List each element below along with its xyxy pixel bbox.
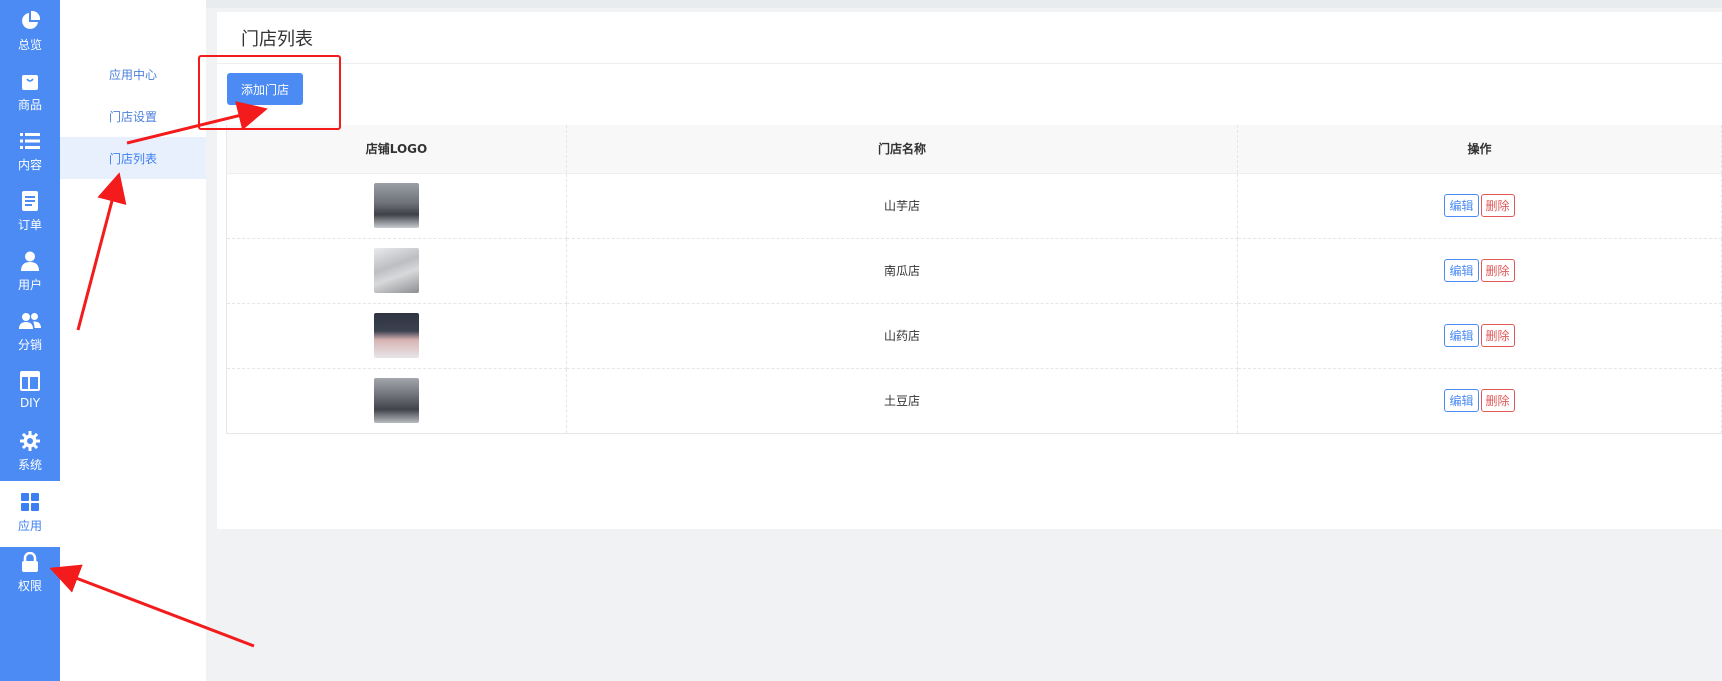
store-logo-image [374, 378, 419, 423]
pie-chart-icon [19, 10, 41, 32]
layout-icon [19, 370, 41, 392]
edit-button[interactable]: 编辑 [1444, 194, 1479, 217]
submenu-item-app-center[interactable]: 应用中心 [60, 53, 206, 95]
delete-button[interactable]: 删除 [1480, 259, 1515, 282]
store-logo-image [374, 183, 419, 228]
top-strip [206, 0, 1722, 8]
nav-label: 权限 [17, 579, 42, 593]
shopping-bag-icon [19, 70, 41, 92]
nav-item-products[interactable]: 商品 [0, 60, 60, 126]
submenu-item-store-settings[interactable]: 门店设置 [60, 95, 206, 137]
nav-item-system[interactable]: 系统 [0, 420, 60, 486]
store-name: 土豆店 [566, 368, 1238, 434]
actions-cell: 编辑 删除 [1237, 238, 1722, 304]
actions-cell: 编辑 删除 [1237, 173, 1722, 239]
submenu: 应用中心 门店设置 门店列表 [60, 0, 206, 681]
nav-label: 用户 [17, 278, 42, 292]
submenu-label: 门店列表 [109, 151, 158, 166]
nav-item-distribution[interactable]: 分销 [0, 300, 60, 366]
logo-cell [226, 238, 567, 304]
page-title: 门店列表 [241, 29, 313, 50]
store-name: 山芋店 [566, 173, 1238, 239]
actions-cell: 编辑 删除 [1237, 368, 1722, 434]
nav-label: 内容 [17, 158, 42, 172]
submenu-item-store-list[interactable]: 门店列表 [60, 137, 206, 179]
submenu-label: 应用中心 [109, 67, 158, 82]
submenu-label: 门店设置 [109, 109, 158, 124]
table-row: 山药店 编辑 删除 [226, 303, 1722, 369]
nav-item-diy[interactable]: DIY [0, 360, 60, 426]
header-actions: 操作 [1237, 125, 1722, 174]
edit-button[interactable]: 编辑 [1444, 324, 1479, 347]
nav-label: DIY [19, 396, 41, 410]
nav-item-users[interactable]: 用户 [0, 240, 60, 306]
table-row: 南瓜店 编辑 删除 [226, 238, 1722, 304]
nav-label: 总览 [17, 38, 42, 52]
title-bar: 门店列表 [217, 12, 1722, 64]
edit-button[interactable]: 编辑 [1444, 259, 1479, 282]
lock-icon [19, 551, 41, 573]
logo-cell [226, 368, 567, 434]
store-name: 山药店 [566, 303, 1238, 369]
table-row: 山芋店 编辑 删除 [226, 173, 1722, 239]
users-icon [19, 310, 41, 332]
delete-button[interactable]: 删除 [1480, 324, 1515, 347]
table-row: 土豆店 编辑 删除 [226, 368, 1722, 434]
header-logo: 店铺LOGO [226, 125, 567, 174]
main-nav: 总览 商品 内容 订单 用户 分销 DIY 系统 应用 权限 [0, 0, 60, 681]
nav-item-content[interactable]: 内容 [0, 120, 60, 186]
nav-label: 分销 [17, 338, 42, 352]
main-panel: 门店列表 添加门店 店铺LOGO 门店名称 操作 山芋店 编辑 删除 南瓜店 编… [217, 12, 1722, 529]
nav-label: 商品 [17, 98, 42, 112]
nav-item-overview[interactable]: 总览 [0, 0, 60, 66]
edit-button[interactable]: 编辑 [1444, 389, 1479, 412]
store-table: 店铺LOGO 门店名称 操作 山芋店 编辑 删除 南瓜店 编辑删除 山药店 编辑… [226, 125, 1722, 434]
annotation-highlight-box [198, 55, 341, 130]
nav-label: 系统 [17, 458, 42, 472]
actions-cell: 编辑 删除 [1237, 303, 1722, 369]
nav-item-permissions[interactable]: 权限 [0, 541, 60, 607]
user-icon [19, 250, 41, 272]
store-logo-image [374, 313, 419, 358]
nav-label: 应用 [17, 519, 42, 533]
store-name: 南瓜店 [566, 238, 1238, 304]
list-icon [19, 130, 41, 152]
document-icon [19, 190, 41, 212]
header-name: 门店名称 [566, 125, 1238, 174]
table-header-row: 店铺LOGO 门店名称 操作 [226, 125, 1722, 174]
logo-cell [226, 303, 567, 369]
nav-label: 订单 [17, 218, 42, 232]
apps-grid-icon [19, 491, 41, 513]
delete-button[interactable]: 删除 [1480, 194, 1515, 217]
store-logo-image [374, 248, 419, 293]
nav-item-apps[interactable]: 应用 [0, 481, 60, 547]
gear-icon [19, 430, 41, 452]
nav-item-orders[interactable]: 订单 [0, 180, 60, 246]
delete-button[interactable]: 删除 [1480, 389, 1515, 412]
logo-cell [226, 173, 567, 239]
